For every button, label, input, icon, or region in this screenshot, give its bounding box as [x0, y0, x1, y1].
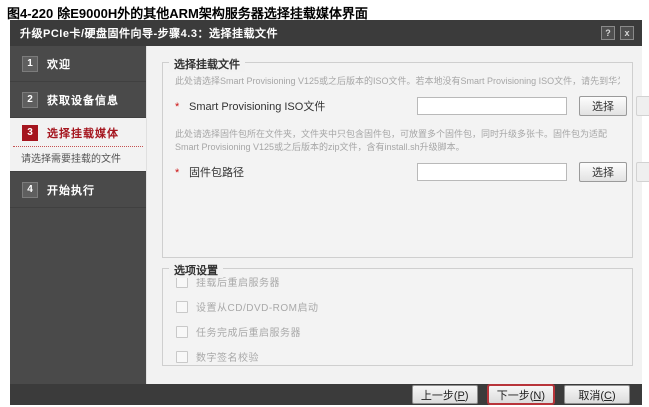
option-restart-after-mount: 挂载后重启服务器 [163, 269, 632, 294]
step-label: 获取设备信息 [47, 92, 119, 108]
button-hotkey: C [604, 390, 612, 402]
button-text: ) [612, 390, 616, 402]
next-step-button[interactable]: 下一步(N) [488, 385, 554, 404]
button-text: ) [465, 390, 469, 402]
firmware-path-row: * 固件包路径 选择 清除 [175, 162, 620, 182]
option-restart-after-task: 任务完成后重启服务器 [163, 319, 632, 344]
step-label: 选择挂载媒体 [47, 125, 119, 141]
step-number-badge: 4 [22, 182, 38, 198]
iso-hint-text: 此处请选择Smart Provisioning V125或之后版本的ISO文件。… [175, 75, 620, 89]
firmware-hint-text: 此处请选择固件包所在文件夹，文件夹中只包含固件包，可放置多个固件包，同时升级多张… [175, 128, 620, 155]
sidebar-step-device-info[interactable]: 2 获取设备信息 [10, 82, 146, 118]
step-number-badge: 1 [22, 56, 38, 72]
iso-file-input[interactable] [417, 97, 567, 115]
button-text: 取消( [578, 390, 604, 402]
button-text: ) [541, 390, 545, 402]
dialog-title: 升级PCIe卡/硬盘固件向导-步骤4.3：选择挂载文件 [10, 25, 278, 41]
wizard-dialog: 升级PCIe卡/硬盘固件向导-步骤4.3：选择挂载文件 ? x 1 欢迎 2 获… [10, 20, 642, 405]
iso-file-label: Smart Provisioning ISO文件 [189, 98, 417, 114]
option-boot-from-cddvd: 设置从CD/DVD-ROM启动 [163, 294, 632, 319]
checkbox-label: 设置从CD/DVD-ROM启动 [196, 299, 319, 314]
firmware-path-input[interactable] [417, 163, 567, 181]
checkbox-icon [176, 301, 188, 313]
select-mount-files-group: 选择挂载文件 此处请选择Smart Provisioning V125或之后版本… [162, 62, 633, 258]
options-group: 选项设置 挂载后重启服务器 设置从CD/DVD-ROM启动 任务完成后重启服务器… [162, 268, 633, 366]
iso-select-button[interactable]: 选择 [579, 96, 627, 116]
step-label: 开始执行 [47, 182, 95, 198]
firmware-select-button[interactable]: 选择 [579, 162, 627, 182]
required-mark: * [175, 164, 189, 179]
sidebar-step-select-media[interactable]: 3 选择挂载媒体 请选择需要挂载的文件 [10, 118, 146, 172]
help-icon[interactable]: ? [601, 26, 615, 40]
cancel-button[interactable]: 取消(C) [564, 385, 630, 404]
dialog-footer: 上一步(P) 下一步(N) 取消(C) [10, 384, 642, 405]
screenshot-root: 图4-220 除E9000H外的其他ARM架构服务器选择挂载媒体界面 升级PCIe… [0, 0, 649, 407]
checkbox-label: 任务完成后重启服务器 [196, 324, 301, 339]
wizard-steps-sidebar: 1 欢迎 2 获取设备信息 3 选择挂载媒体 请选择需要挂载的文件 4 开始执行 [10, 46, 146, 384]
option-signature-verify: 数字签名校验 [163, 344, 632, 369]
figure-number: 图4-220 [7, 6, 53, 21]
button-hotkey: P [458, 390, 465, 402]
dialog-titlebar: 升级PCIe卡/硬盘固件向导-步骤4.3：选择挂载文件 ? x [10, 20, 642, 46]
group-legend: 选择挂载文件 [169, 56, 245, 72]
step-number-badge: 3 [22, 125, 38, 141]
close-icon[interactable]: x [620, 26, 634, 40]
button-text: 上一步( [421, 390, 458, 402]
wizard-content-panel: 选择挂载文件 此处请选择Smart Provisioning V125或之后版本… [146, 46, 642, 384]
firmware-clear-button: 清除 [636, 162, 649, 182]
step-number-badge: 2 [22, 92, 38, 108]
active-step-sublabel: 请选择需要挂载的文件 [10, 147, 146, 171]
step-label: 欢迎 [47, 56, 71, 72]
figure-title: 除E9000H外的其他ARM架构服务器选择挂载媒体界面 [57, 6, 368, 21]
prev-step-button[interactable]: 上一步(P) [412, 385, 478, 404]
checkbox-label: 数字签名校验 [196, 349, 259, 364]
required-mark: * [175, 98, 189, 113]
checkbox-icon [176, 326, 188, 338]
button-text: 下一步( [497, 390, 534, 402]
iso-clear-button: 清除 [636, 96, 649, 116]
sidebar-step-execute[interactable]: 4 开始执行 [10, 172, 146, 208]
iso-file-row: * Smart Provisioning ISO文件 选择 清除 [175, 96, 620, 116]
sidebar-step-welcome[interactable]: 1 欢迎 [10, 46, 146, 82]
checkbox-icon [176, 351, 188, 363]
group-legend: 选项设置 [169, 262, 223, 278]
firmware-path-label: 固件包路径 [189, 164, 417, 180]
